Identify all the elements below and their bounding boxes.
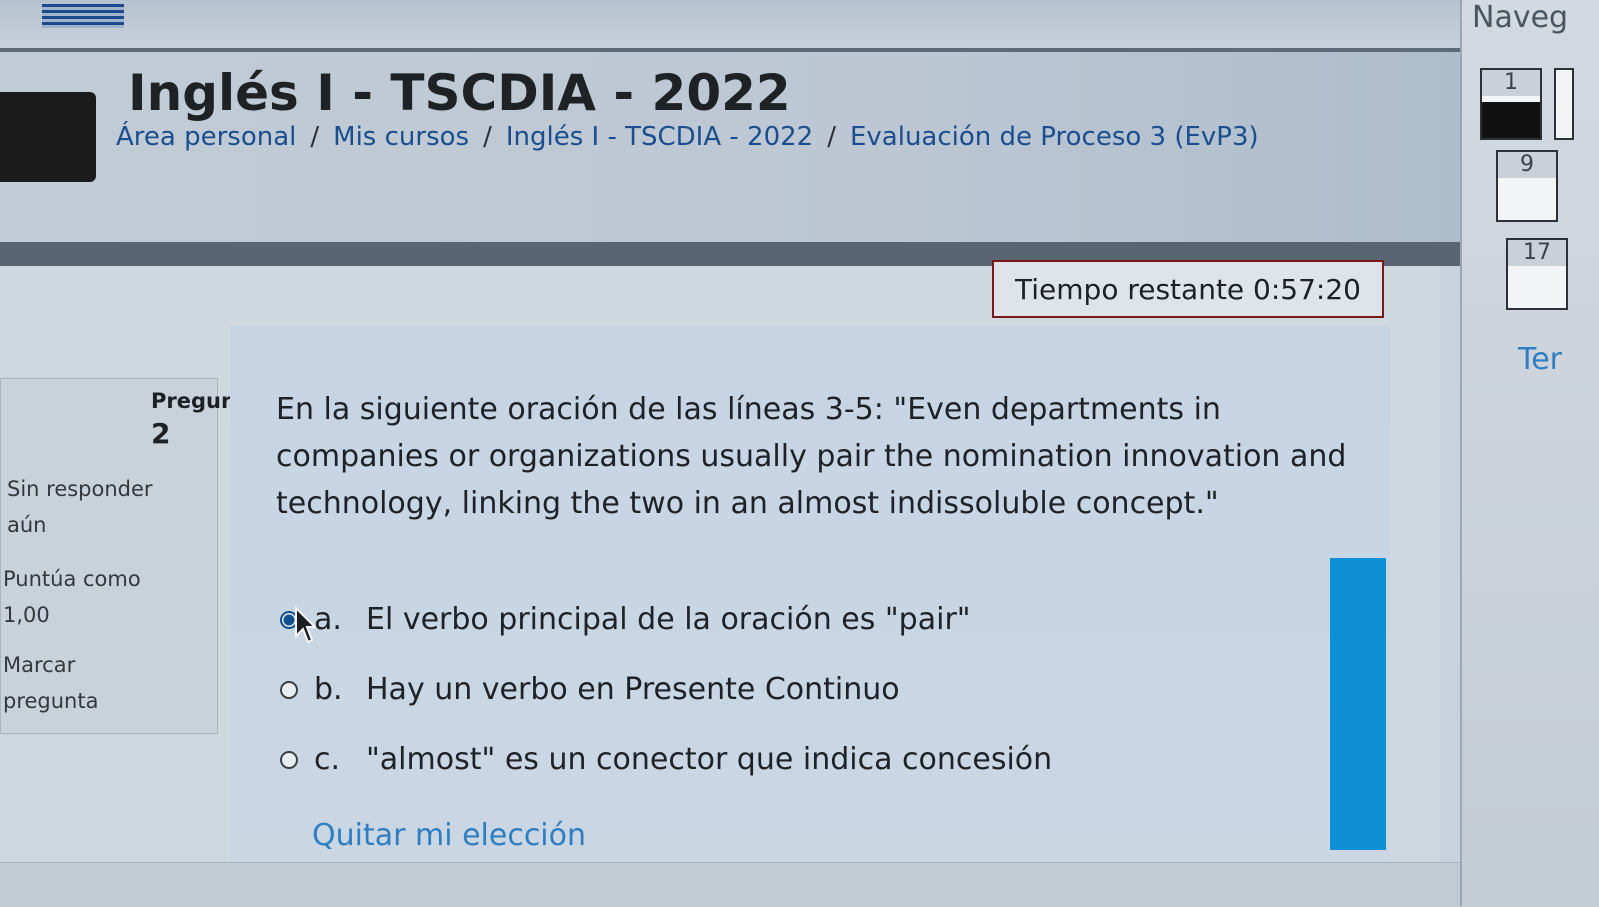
quiz-nav-number: 1	[1482, 70, 1540, 96]
breadcrumb-item-personal-area[interactable]: Área personal	[116, 122, 296, 152]
question-content: En la siguiente oración de las líneas 3-…	[230, 326, 1390, 906]
question-state: Sin responder aún	[7, 477, 153, 537]
breadcrumb-item-course[interactable]: Inglés I - TSCDIA - 2022	[506, 122, 813, 152]
breadcrumb-separator: /	[827, 122, 836, 152]
breadcrumb-item-quiz[interactable]: Evaluación de Proceso 3 (EvP3)	[850, 122, 1259, 152]
quiz-nav-question-1[interactable]: 1	[1480, 68, 1542, 140]
radio-button-b[interactable]	[280, 680, 298, 699]
answer-letter: b.	[314, 672, 343, 707]
answer-letter: c.	[314, 742, 341, 777]
question-number: 2	[151, 417, 171, 450]
course-image	[0, 92, 96, 182]
quiz-navigation-block: Naveg 1 9 17 Ter	[1460, 0, 1599, 906]
time-remaining: Tiempo restante 0:57:20	[992, 260, 1384, 318]
mouse-cursor-icon	[295, 606, 316, 644]
question-label: Pregun	[151, 389, 236, 413]
question-grade: Puntúa como 1,00	[3, 567, 141, 627]
answer-letter: a.	[314, 602, 342, 637]
answer-text: Hay un verbo en Presente Continuo	[366, 672, 900, 707]
answer-text: El verbo principal de la oración es "pai…	[366, 602, 971, 637]
site-logo[interactable]	[42, 4, 124, 28]
top-navbar	[0, 0, 1460, 52]
clear-choice-link[interactable]: Quitar mi elección	[312, 818, 586, 853]
breadcrumb-separator: /	[483, 122, 492, 152]
answer-option-b[interactable]: b. Hay un verbo en Presente Continuo	[280, 672, 900, 707]
page-bottom	[0, 862, 1599, 907]
breadcrumb-item-my-courses[interactable]: Mis cursos	[333, 122, 469, 152]
scrollbar-thumb[interactable]	[1330, 558, 1386, 850]
quiz-navigation-title: Naveg	[1472, 0, 1569, 35]
answer-option-c[interactable]: c. "almost" es un conector que indica co…	[280, 742, 1052, 777]
question-text: En la siguiente oración de las líneas 3-…	[276, 392, 1347, 521]
breadcrumb: Área personal / Mis cursos / Inglés I - TSCD…	[116, 122, 1259, 152]
breadcrumb-separator: /	[310, 122, 320, 152]
answer-option-a[interactable]: a. El verbo principal de la oración es "…	[280, 602, 971, 637]
time-remaining-label: Tiempo restante 0:57:20	[1015, 272, 1361, 306]
quiz-nav-question-next[interactable]	[1554, 68, 1574, 140]
question-info-panel: Pregun 2 Sin responder aún Puntúa como 1…	[0, 378, 236, 734]
answer-text: "almost" es un conector que indica conce…	[366, 742, 1053, 777]
page-title: Inglés I - TSCDIA - 2022	[128, 64, 791, 122]
quiz-nav-question-17[interactable]: 17	[1506, 238, 1568, 310]
flag-question-link[interactable]: Marcar pregunta	[3, 647, 173, 719]
answered-indicator	[1482, 102, 1540, 138]
quiz-nav-number: 17	[1508, 240, 1566, 266]
radio-button-c[interactable]	[280, 750, 298, 769]
quiz-nav-number: 9	[1498, 152, 1556, 178]
finish-attempt-link[interactable]: Ter	[1518, 342, 1562, 377]
quiz-nav-question-9[interactable]: 9	[1496, 150, 1558, 222]
